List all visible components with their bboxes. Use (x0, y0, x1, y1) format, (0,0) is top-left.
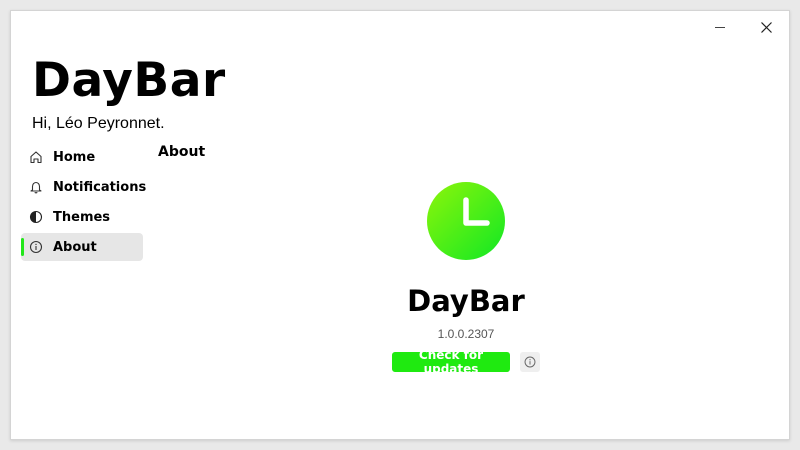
close-button[interactable] (743, 11, 789, 43)
sidebar-nav: Home Notifications Themes About (21, 143, 147, 263)
sidebar-item-about[interactable]: About (21, 233, 143, 261)
info-button[interactable] (520, 352, 540, 372)
product-name: DayBar (407, 284, 525, 318)
sidebar-item-notifications[interactable]: Notifications (21, 173, 147, 201)
check-for-updates-button[interactable]: Check for updates (392, 348, 510, 376)
minimize-icon (715, 26, 725, 28)
contrast-icon (29, 210, 43, 224)
info-icon (29, 240, 43, 254)
close-icon (760, 21, 772, 33)
bell-icon (29, 180, 43, 194)
sidebar-item-label: Home (53, 149, 96, 165)
app-window: DayBar Hi, Léo Peyronnet. Home Notificat… (10, 10, 790, 440)
home-icon (29, 150, 43, 164)
minimize-button[interactable] (697, 11, 743, 43)
info-icon (524, 356, 536, 368)
sidebar-item-label: About (53, 239, 97, 255)
clock-icon (427, 182, 505, 260)
sidebar-item-home[interactable]: Home (21, 143, 143, 171)
sidebar-item-themes[interactable]: Themes (21, 203, 143, 231)
sidebar-item-label: Themes (53, 209, 111, 225)
sidebar-item-label: Notifications (53, 179, 147, 195)
app-title: DayBar (32, 53, 226, 108)
active-indicator (21, 238, 24, 256)
version-text: 1.0.0.2307 (437, 327, 495, 341)
greeting-text: Hi, Léo Peyronnet. (32, 115, 165, 132)
page-title: About (158, 144, 206, 160)
